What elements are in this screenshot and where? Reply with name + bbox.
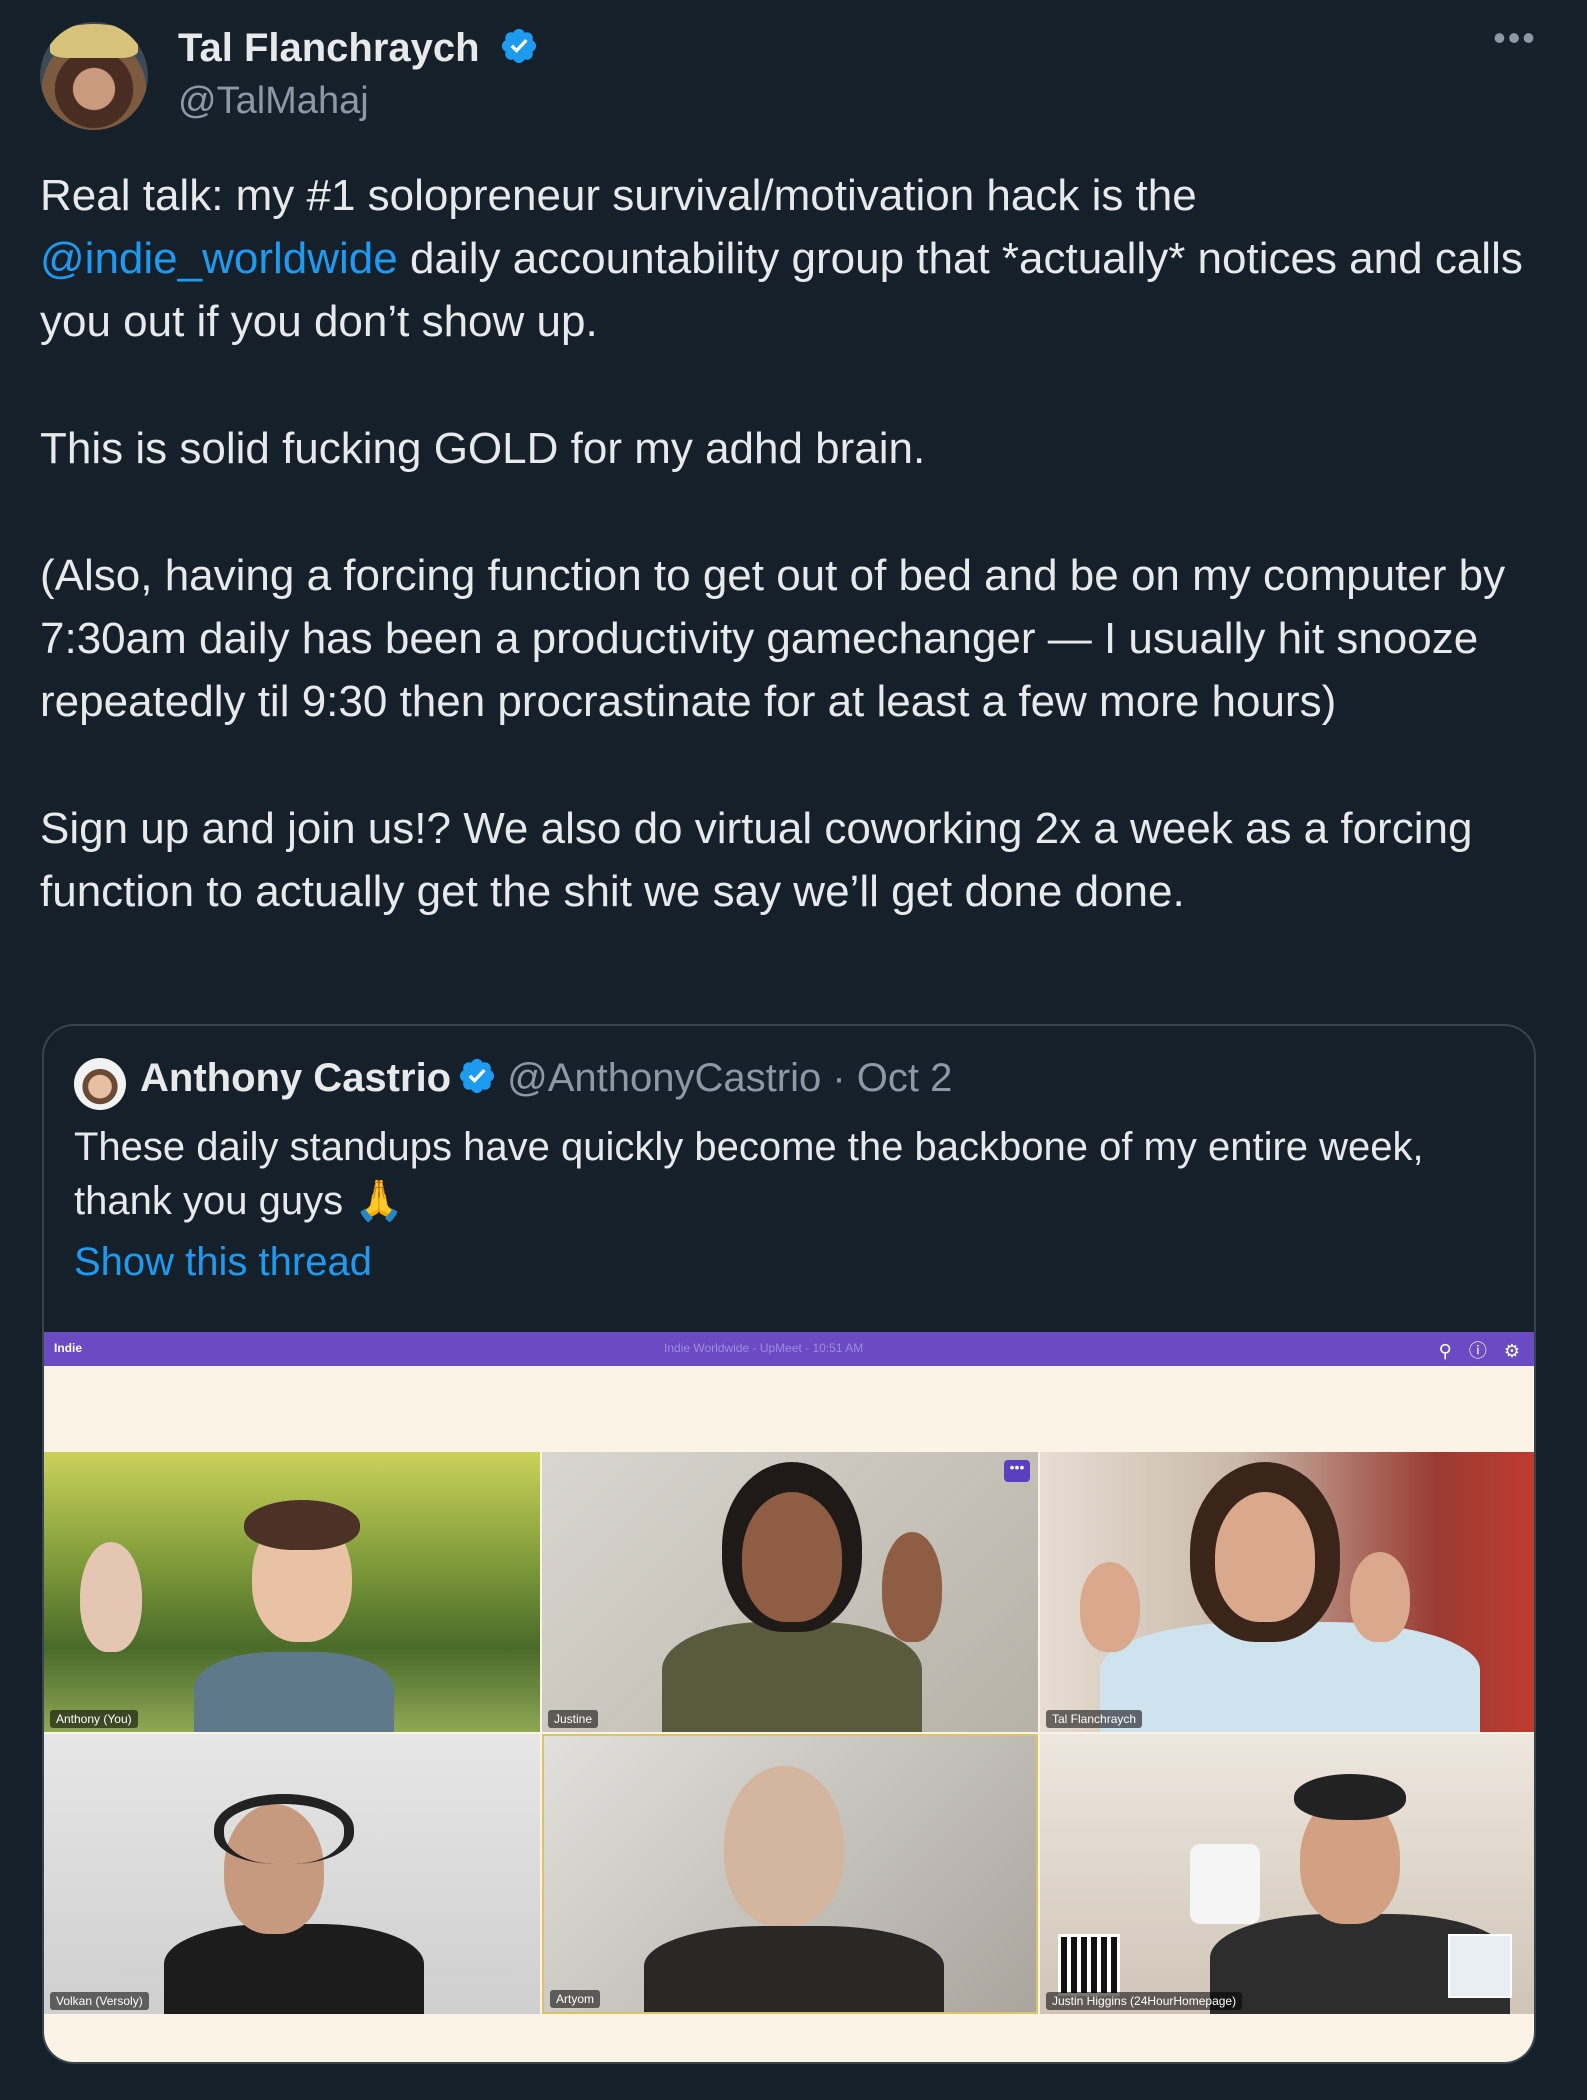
participant-grid: Anthony (You) ••• Justine Tal Flanchrayc… <box>44 1452 1534 2014</box>
participant-label: Tal Flanchraych <box>1046 1710 1143 1728</box>
quoted-tweet-date[interactable]: Oct 2 <box>857 1056 953 1100</box>
participant-torso <box>194 1652 394 1732</box>
participant-torso <box>164 1924 424 2014</box>
participant-tile: ••• Justine <box>542 1452 1038 1732</box>
participant-label: Volkan (Versoly) <box>50 1992 149 2010</box>
separator-dot: · <box>832 1056 846 1100</box>
participant-torso <box>644 1926 944 2012</box>
participant-headphones <box>214 1794 354 1864</box>
tweet-paragraph-3: (Also, having a forcing function to get … <box>40 551 1506 726</box>
participant-face <box>742 1492 842 1622</box>
quoted-tweet-text: These daily standups have quickly become… <box>74 1125 1424 1223</box>
tweet-paragraph-4: Sign up and join us!? We also do virtual… <box>40 804 1473 916</box>
participant-hand <box>882 1532 942 1642</box>
participant-tile: Justin Higgins (24HourHomepage) <box>1040 1734 1534 2014</box>
quoted-tweet-card[interactable]: Anthony Castrio @AnthonyCastrio · Oct 2 … <box>42 1024 1536 2064</box>
meeting-toolbar-icons: ⚲ ⓘ ⚙ <box>1438 1341 1526 1361</box>
participant-hair <box>244 1500 360 1550</box>
quoted-author-handle[interactable]: @AnthonyCastrio <box>507 1056 821 1100</box>
meeting-top-bar: Indie Indie Worldwide - UpMeet - 10:51 A… <box>44 1332 1534 1366</box>
participant-hand <box>1350 1552 1410 1642</box>
tweet-paragraph-2: This is solid fucking GOLD for my adhd b… <box>40 424 926 473</box>
meeting-window-title: Indie Worldwide - UpMeet - 10:51 AM <box>664 1341 864 1355</box>
tweet-text-part: Real talk: my #1 solopreneur survival/mo… <box>40 171 1197 220</box>
more-horizontal-icon[interactable]: ••• <box>1492 20 1538 58</box>
participant-tile: Artyom <box>542 1734 1038 2014</box>
participant-torso <box>662 1622 922 1732</box>
quoted-tweet-header: Anthony Castrio @AnthonyCastrio · Oct 2 <box>140 1056 952 1101</box>
tweet-paragraph-1: Real talk: my #1 solopreneur survival/mo… <box>40 164 1550 353</box>
tweet-body: Real talk: my #1 solopreneur survival/mo… <box>40 164 1550 923</box>
poster-card <box>1448 1934 1512 1998</box>
participant-tile: Volkan (Versoly) <box>44 1734 540 2014</box>
participant-cap <box>1294 1774 1406 1820</box>
show-thread-link[interactable]: Show this thread <box>74 1240 372 1285</box>
author-name-row[interactable]: Tal Flanchraych <box>178 26 539 71</box>
tile-options-icon[interactable]: ••• <box>1004 1460 1030 1482</box>
quoted-author-avatar[interactable] <box>74 1058 126 1110</box>
participant-tile: Tal Flanchraych <box>1040 1452 1534 1732</box>
quoted-tweet-image[interactable]: Indie Indie Worldwide - UpMeet - 10:51 A… <box>44 1332 1534 2062</box>
hat <box>50 24 138 58</box>
participant-hand <box>1080 1562 1140 1652</box>
participant-face <box>1215 1492 1315 1622</box>
author-avatar[interactable] <box>40 22 148 130</box>
participant-face <box>724 1766 844 1926</box>
verified-badge-icon <box>460 1059 495 1094</box>
quoted-author-name[interactable]: Anthony Castrio <box>140 1056 451 1100</box>
mention-link[interactable]: @indie_worldwide <box>40 234 398 283</box>
coffee-mug <box>1190 1844 1260 1924</box>
qr-code <box>1058 1934 1120 1996</box>
participant-label: Justin Higgins (24HourHomepage) <box>1046 1992 1243 2010</box>
meeting-app-logo: Indie <box>54 1341 83 1355</box>
tweet: Tal Flanchraych @TalMahaj ••• Real talk:… <box>0 0 1587 2100</box>
participant-hand <box>80 1542 142 1652</box>
participant-tile: Anthony (You) <box>44 1452 540 1732</box>
author-handle[interactable]: @TalMahaj <box>178 80 369 123</box>
participant-label: Anthony (You) <box>50 1710 138 1728</box>
verified-badge-icon <box>501 29 536 64</box>
participant-label: Artyom <box>550 1990 601 2008</box>
author-name[interactable]: Tal Flanchraych <box>178 26 480 70</box>
participant-label: Justine <box>548 1710 599 1728</box>
